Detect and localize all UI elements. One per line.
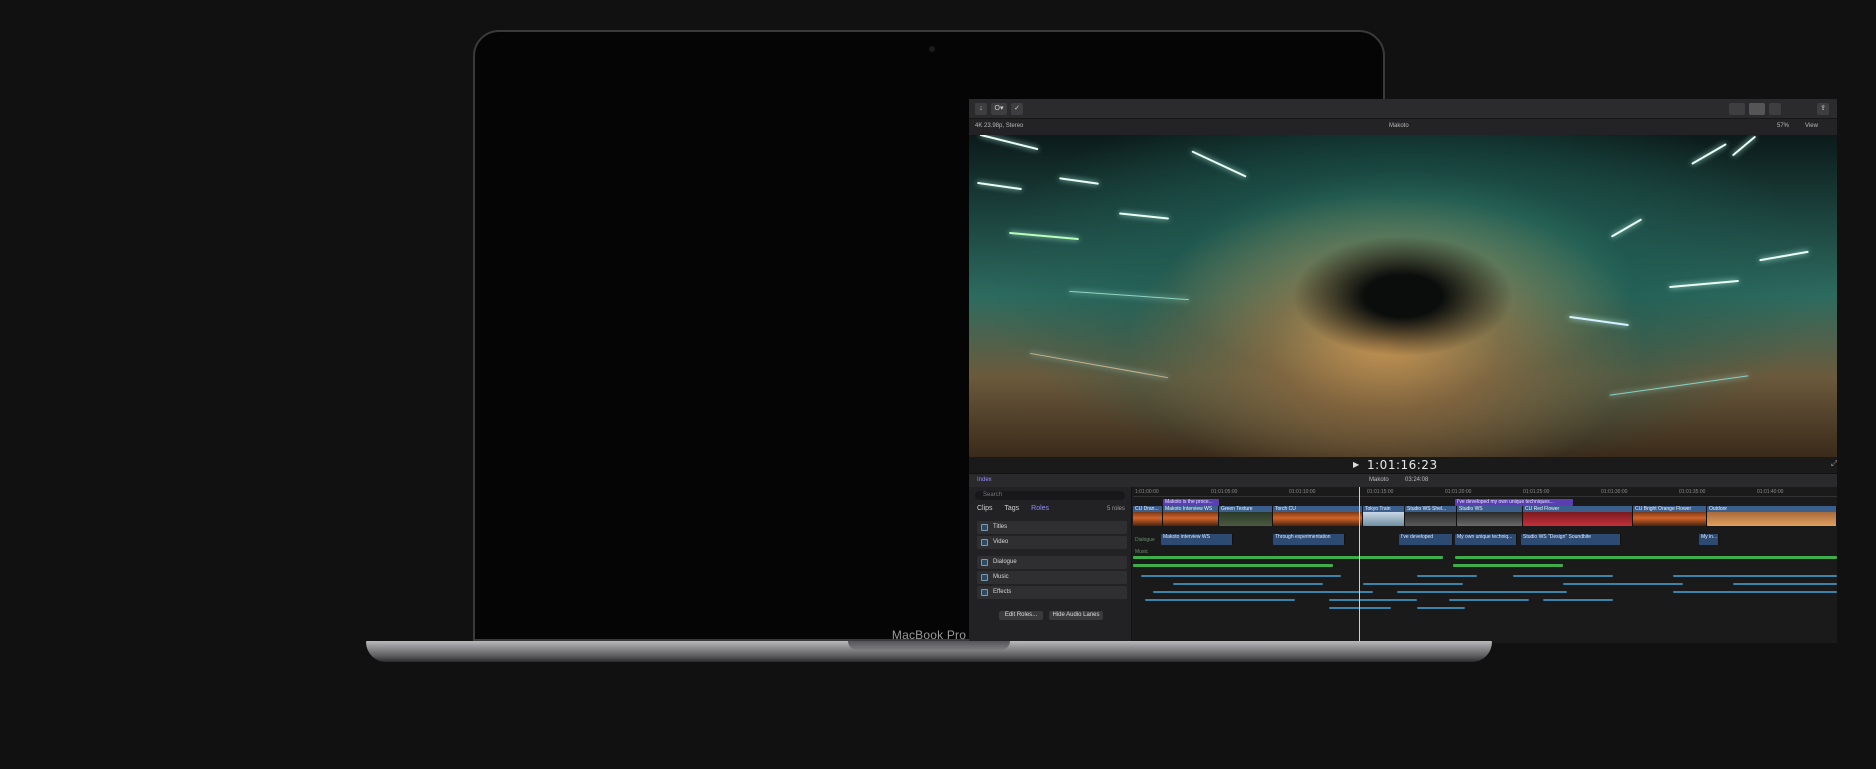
playhead[interactable]: [1359, 487, 1360, 643]
title-clip[interactable]: Makoto is the proce...: [1163, 499, 1219, 506]
edit-roles-button[interactable]: Edit Roles...: [999, 611, 1043, 620]
keywords-button[interactable]: O▾: [991, 103, 1007, 115]
index-button[interactable]: Index: [977, 477, 992, 483]
audio-clip[interactable]: My own unique techniq...: [1455, 534, 1517, 545]
video-clip[interactable]: Studio WS Shel...: [1405, 506, 1457, 526]
music-lane-label: Music: [1135, 549, 1149, 555]
role-item-music[interactable]: Music: [977, 571, 1127, 584]
effects-clip[interactable]: [1329, 599, 1417, 601]
video-clip[interactable]: CU Red Flower: [1523, 506, 1633, 526]
effects-clip[interactable]: [1449, 599, 1529, 601]
music-clip[interactable]: [1133, 556, 1443, 559]
effects-clip[interactable]: [1563, 583, 1683, 585]
effects-clip[interactable]: [1329, 607, 1391, 609]
video-clip[interactable]: Makoto Interview WS: [1163, 506, 1219, 526]
ruler-tick-label: 01:01:20:00: [1445, 489, 1472, 495]
video-viewer: [969, 135, 1837, 457]
laptop-lid: ↓ O▾ ✓ ⇪ 4K 23.98p, Stereo Makoto 57% Vi…: [473, 30, 1837, 643]
audio-clip[interactable]: I've developed: [1399, 534, 1453, 545]
final-cut-pro-window: ↓ O▾ ✓ ⇪ 4K 23.98p, Stereo Makoto 57% Vi…: [969, 99, 1837, 643]
timeline-ruler: 1:01:00:00 01:01:05:00 01:01:10:00 01:01…: [1133, 487, 1837, 497]
ruler-tick-label: 01:01:25:00: [1523, 489, 1550, 495]
music-clip[interactable]: [1455, 556, 1837, 559]
timeline-header: Index Makoto 03:24:08: [969, 473, 1837, 487]
role-item-video[interactable]: Video: [977, 536, 1127, 549]
timeline-index: Search Clips Tags Roles 5 roles Titles V…: [969, 487, 1132, 643]
timeline: 1:01:00:00 01:01:05:00 01:01:10:00 01:01…: [1133, 487, 1837, 643]
video-clip[interactable]: Studio WS: [1457, 506, 1523, 526]
ruler-tick-label: 01:01:35:00: [1679, 489, 1706, 495]
effects-clip[interactable]: [1733, 583, 1837, 585]
ruler-tick-label: 01:01:30:00: [1601, 489, 1628, 495]
effects-clip[interactable]: [1173, 583, 1323, 585]
view-menu[interactable]: View: [1805, 123, 1818, 129]
effects-clip[interactable]: [1417, 607, 1465, 609]
timeline-layout-button[interactable]: [1749, 103, 1765, 115]
video-clip[interactable]: Tokyo Train: [1363, 506, 1405, 526]
ruler-tick-label: 01:01:05:00: [1211, 489, 1238, 495]
ruler-tick-label: 01:01:10:00: [1289, 489, 1316, 495]
ruler-tick-label: 01:01:40:00: [1757, 489, 1784, 495]
hide-audio-lanes-button[interactable]: Hide Audio Lanes: [1049, 611, 1103, 620]
format-info: 4K 23.98p, Stereo: [975, 123, 1024, 129]
timeline-project-name: Makoto: [1369, 477, 1389, 483]
effects-clip[interactable]: [1397, 591, 1567, 593]
device-label: MacBook Pro: [891, 628, 967, 642]
video-clip[interactable]: Green Texture: [1219, 506, 1273, 526]
checkbox-icon[interactable]: [981, 559, 988, 566]
effects-clip[interactable]: [1141, 575, 1341, 577]
ruler-tick-label: 01:01:15:00: [1367, 489, 1394, 495]
video-clip[interactable]: Torch CU: [1273, 506, 1363, 526]
background-tasks-button[interactable]: ✓: [1011, 103, 1023, 115]
play-icon[interactable]: ▶: [1353, 460, 1359, 469]
ruler-tick-label: 1:01:00:00: [1135, 489, 1159, 495]
checkbox-icon[interactable]: [981, 574, 988, 581]
role-count: 5 roles: [1106, 506, 1125, 512]
video-clip[interactable]: CU Dran...: [1133, 506, 1163, 526]
timecode-display[interactable]: 1:01:16:23: [1367, 458, 1438, 472]
effects-clip[interactable]: [1673, 591, 1837, 593]
effects-clip[interactable]: [1417, 575, 1477, 577]
checkbox-icon[interactable]: [981, 539, 988, 546]
title-clip[interactable]: I've developed my own unique techniques.…: [1455, 499, 1573, 506]
viewer-project-name: Makoto: [1389, 123, 1409, 129]
opening-notch: [848, 641, 1010, 650]
index-tabs: Clips Tags Roles: [977, 505, 1059, 512]
music-clip[interactable]: [1133, 564, 1333, 567]
library-layout-button[interactable]: [1729, 103, 1745, 115]
role-item-titles[interactable]: Titles: [977, 521, 1127, 534]
role-item-dialogue[interactable]: Dialogue: [977, 556, 1127, 569]
tab-clips[interactable]: Clips: [977, 505, 993, 512]
tab-roles[interactable]: Roles: [1031, 505, 1049, 512]
laptop-base: [366, 641, 1492, 662]
audio-clip[interactable]: Through experimentation: [1273, 534, 1345, 545]
import-button[interactable]: ↓: [975, 103, 987, 115]
fullscreen-icon[interactable]: ⤢: [1831, 459, 1837, 469]
effects-clip[interactable]: [1145, 599, 1295, 601]
checkbox-icon[interactable]: [981, 589, 988, 596]
audio-clip[interactable]: Studio WS "Design" Soundbite: [1521, 534, 1621, 545]
music-clip[interactable]: [1453, 564, 1563, 567]
audio-clip[interactable]: My in...: [1699, 534, 1719, 545]
audio-clip[interactable]: Makoto interview WS: [1161, 534, 1233, 545]
video-clip[interactable]: CU Bright Orange Flower: [1633, 506, 1707, 526]
share-button[interactable]: ⇪: [1817, 103, 1829, 115]
toolbar: ↓ O▾ ✓ ⇪: [969, 99, 1837, 119]
effects-clip[interactable]: [1513, 575, 1613, 577]
tab-tags[interactable]: Tags: [1004, 505, 1019, 512]
camera-icon: [929, 46, 935, 52]
dialogue-lane-label: Dialogue: [1135, 537, 1155, 543]
effects-clip[interactable]: [1153, 591, 1373, 593]
effects-clip[interactable]: [1543, 599, 1613, 601]
effects-clip[interactable]: [1673, 575, 1837, 577]
viewer-header: 4K 23.98p, Stereo Makoto 57% View: [969, 119, 1837, 135]
timeline-duration: 03:24:08: [1405, 477, 1429, 483]
inspector-button[interactable]: [1769, 103, 1781, 115]
checkbox-icon[interactable]: [981, 524, 988, 531]
video-clip[interactable]: Outdoor: [1707, 506, 1837, 526]
effects-clip[interactable]: [1363, 583, 1463, 585]
index-search-field[interactable]: Search: [975, 491, 1125, 500]
zoom-menu[interactable]: 57%: [1777, 123, 1789, 129]
role-item-effects[interactable]: Effects: [977, 586, 1127, 599]
